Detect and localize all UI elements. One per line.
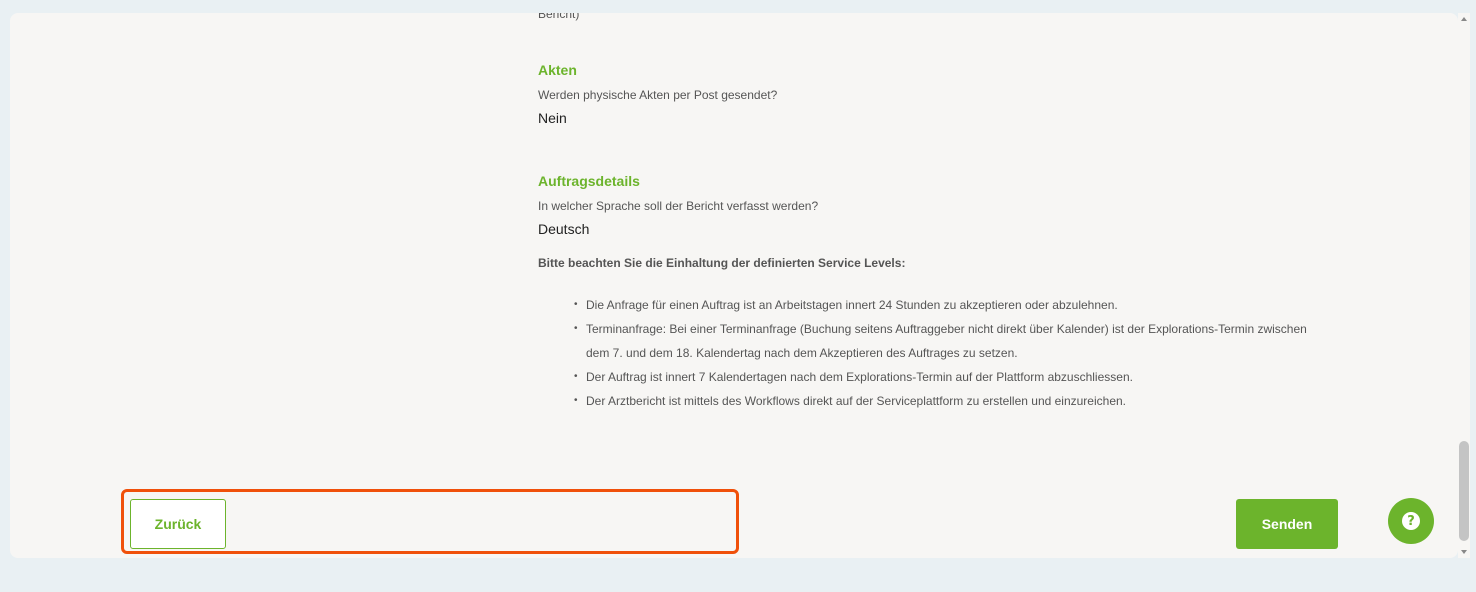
list-item: Die Anfrage für einen Auftrag ist an Arb… [574, 293, 1316, 317]
list-item: Der Arztbericht ist mittels des Workflow… [574, 389, 1316, 413]
form-panel: Bericht) Akten Werden physische Akten pe… [10, 13, 1458, 558]
scroll-down-arrow-icon[interactable] [1461, 550, 1467, 554]
scrollbar[interactable] [1458, 13, 1470, 558]
scroll-up-arrow-icon[interactable] [1461, 17, 1467, 21]
question-mark-icon: ? [1402, 512, 1420, 530]
truncated-text: Bericht) [538, 13, 580, 21]
answer-sprache: Deutsch [538, 221, 590, 237]
send-button[interactable]: Senden [1236, 499, 1338, 549]
answer-akten: Nein [538, 110, 567, 126]
section-title-auftragsdetails: Auftragsdetails [538, 173, 640, 189]
list-item: Der Auftrag ist innert 7 Kalendertagen n… [574, 365, 1316, 389]
back-button[interactable]: Zurück [130, 499, 226, 549]
section-title-akten: Akten [538, 62, 577, 78]
help-button[interactable]: ? [1388, 498, 1434, 544]
question-sprache: In welcher Sprache soll der Bericht verf… [538, 199, 819, 213]
service-level-note: Bitte beachten Sie die Einhaltung der de… [538, 256, 906, 270]
scrollbar-thumb[interactable] [1459, 441, 1469, 541]
question-akten: Werden physische Akten per Post gesendet… [538, 88, 778, 102]
list-item: Terminanfrage: Bei einer Terminanfrage (… [574, 317, 1316, 365]
service-level-list: Die Anfrage für einen Auftrag ist an Arb… [538, 293, 1316, 413]
